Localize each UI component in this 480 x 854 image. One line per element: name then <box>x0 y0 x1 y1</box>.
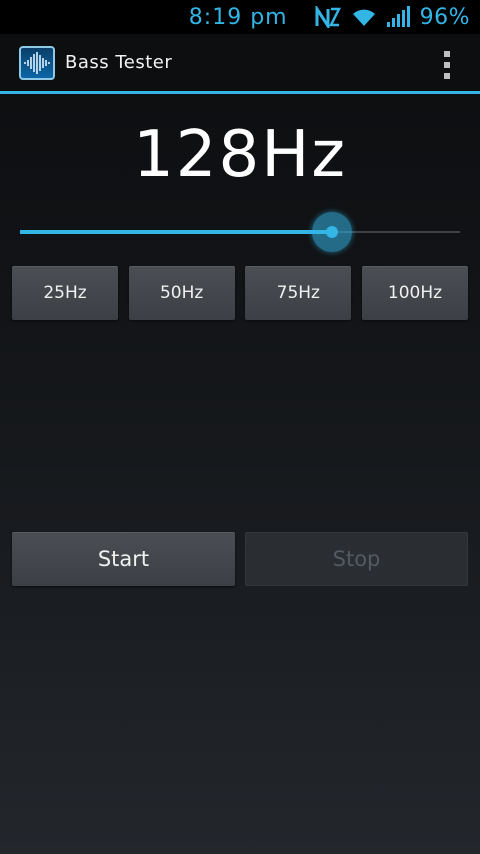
battery-percentage: 96% <box>419 4 470 30</box>
playback-controls: Start Stop <box>12 532 468 586</box>
preset-100hz-button[interactable]: 100Hz <box>361 266 468 320</box>
signal-icon <box>386 6 410 28</box>
overflow-menu-icon[interactable] <box>444 51 452 79</box>
frequency-slider[interactable] <box>20 212 460 252</box>
frequency-display: 128Hz <box>133 118 347 192</box>
preset-75hz-button[interactable]: 75Hz <box>245 266 352 320</box>
status-bar: 8:19 pm 96% <box>0 0 480 34</box>
stop-button[interactable]: Stop <box>245 532 468 586</box>
preset-25hz-button[interactable]: 25Hz <box>12 266 118 320</box>
status-time: 8:19 pm <box>188 4 288 30</box>
slider-fill <box>20 230 333 234</box>
slider-thumb[interactable] <box>312 212 353 252</box>
screen: 8:19 pm 96% Bass Tester 128Hz 25Hz 50Hz … <box>0 0 480 854</box>
preset-buttons: 25Hz 50Hz 75Hz 100Hz <box>12 266 468 320</box>
nfc-icon <box>314 6 342 28</box>
app-title: Bass Tester <box>65 52 173 73</box>
waveform-icon <box>19 45 55 80</box>
start-button[interactable]: Start <box>12 532 235 586</box>
action-bar: Bass Tester <box>0 34 480 94</box>
wifi-icon <box>352 7 376 27</box>
preset-50hz-button[interactable]: 50Hz <box>128 266 235 320</box>
